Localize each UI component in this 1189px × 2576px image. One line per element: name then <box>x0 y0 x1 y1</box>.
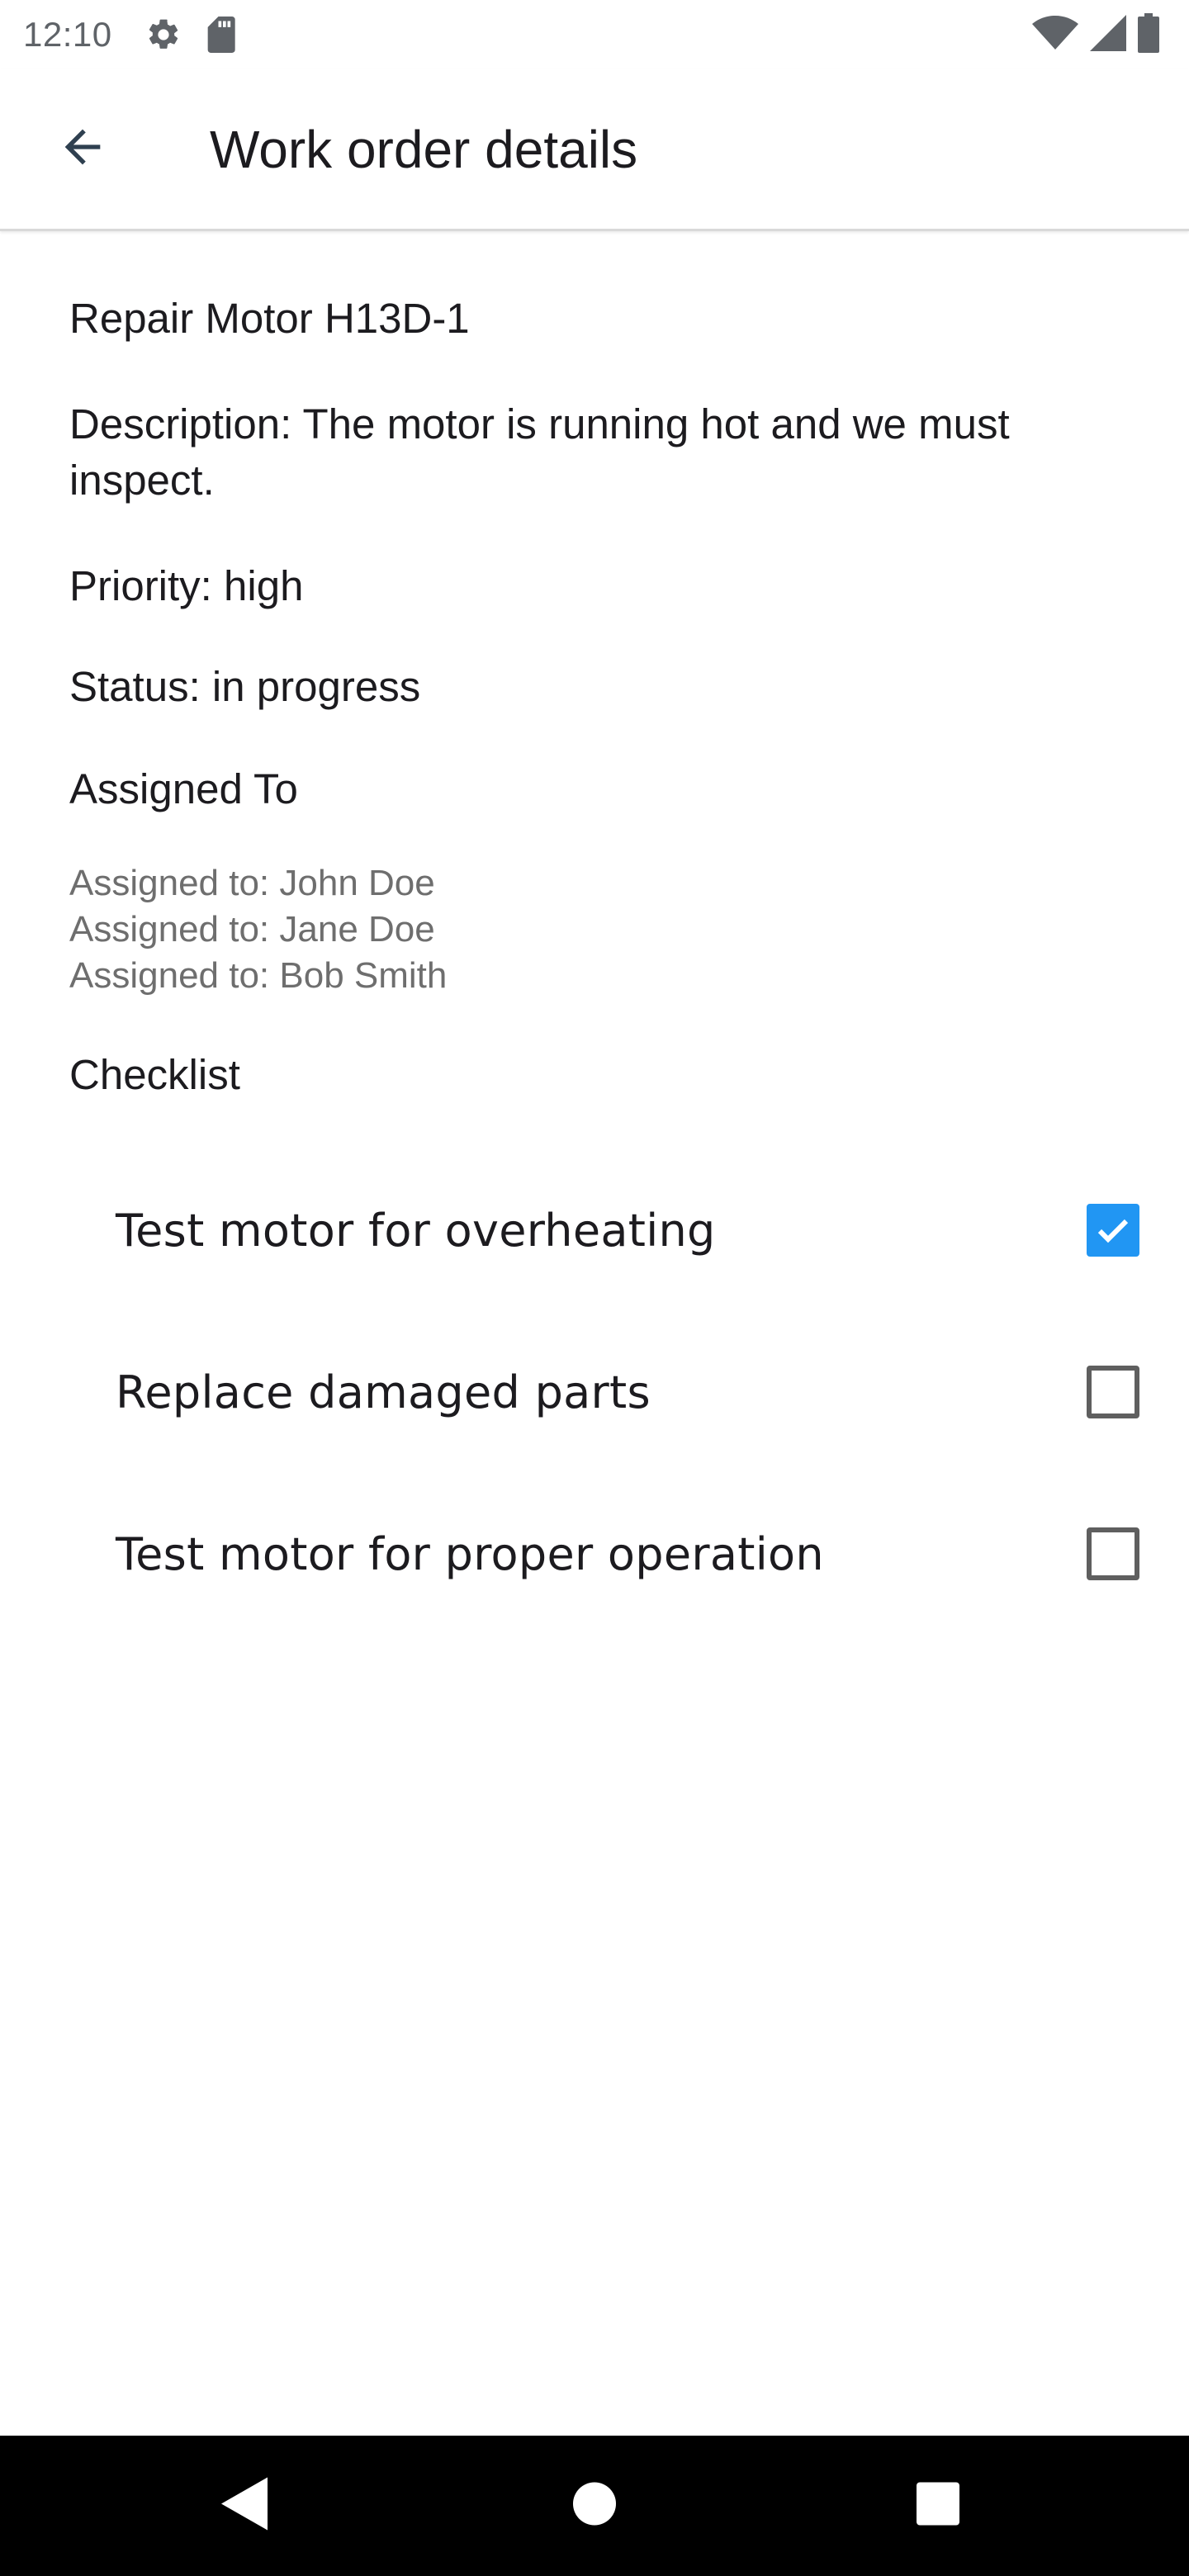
checkmark-icon <box>1097 1219 1129 1243</box>
assignee-item: Assigned to: Bob Smith <box>69 955 448 996</box>
assigned-to-heading: Assigned To <box>69 765 298 812</box>
assignee-list: Assigned to: John Doe Assigned to: Jane … <box>69 860 447 999</box>
status-time: 12:10 <box>23 15 112 54</box>
sd-card-icon <box>206 17 239 53</box>
page-title: Work order details <box>210 119 638 179</box>
checklist-item-overheating[interactable]: Test motor for overheating <box>116 1149 1139 1311</box>
signal-icon <box>1090 13 1126 53</box>
work-order-status: Status: in progress <box>69 663 421 710</box>
back-button[interactable] <box>33 100 132 199</box>
checklist-checkbox[interactable] <box>1087 1366 1139 1418</box>
status-bar: 12:10 <box>0 0 1189 69</box>
wifi-icon <box>1032 13 1078 53</box>
work-order-description: Description: The motor is running hot an… <box>69 400 1010 504</box>
checklist-heading: Checklist <box>69 1051 240 1098</box>
app-bar: Work order details <box>0 69 1189 231</box>
status-notification-icons <box>145 17 239 53</box>
system-nav-bar <box>0 2436 1189 2576</box>
checklist-item-label: Test motor for proper operation <box>116 1527 824 1580</box>
assignee-item: Assigned to: John Doe <box>69 863 435 903</box>
checklist-checkbox[interactable] <box>1087 1527 1139 1580</box>
checklist-item-label: Test motor for overheating <box>116 1204 716 1257</box>
assignee-item: Assigned to: Jane Doe <box>69 909 435 949</box>
checklist-checkbox-checked[interactable] <box>1087 1204 1139 1257</box>
work-order-priority: Priority: high <box>69 562 304 609</box>
work-order-title: Repair Motor H13D-1 <box>69 295 470 342</box>
nav-home-icon[interactable] <box>571 2481 618 2531</box>
battery-icon <box>1138 13 1159 53</box>
work-order-details-screen: 12:10 Work order details Repair Motor H1… <box>0 0 1189 2576</box>
nav-back-icon[interactable] <box>221 2477 271 2535</box>
nav-recents-icon[interactable] <box>915 2481 961 2531</box>
checklist-item-label: Replace damaged parts <box>116 1366 651 1418</box>
status-system-icons <box>1032 13 1159 53</box>
checklist-item-replace-parts[interactable]: Replace damaged parts <box>116 1311 1139 1473</box>
checklist-item-proper-operation[interactable]: Test motor for proper operation <box>116 1473 1139 1635</box>
settings-icon <box>145 17 182 53</box>
arrow-back-icon <box>56 121 109 178</box>
